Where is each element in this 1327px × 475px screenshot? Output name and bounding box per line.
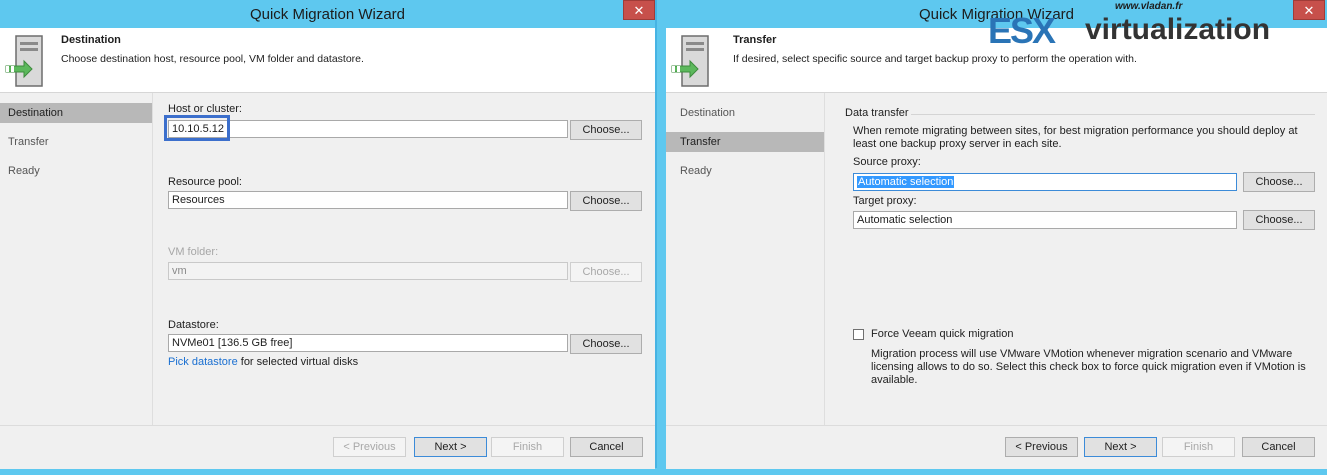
right-finish-button[interactable]: Finish (1162, 437, 1235, 457)
right-nav-transfer[interactable]: Transfer (666, 132, 824, 152)
pool-choose-button[interactable]: Choose... (570, 191, 642, 211)
host-highlight-box (164, 115, 230, 141)
left-content: Host or cluster: 10.10.5.12 Choose... Re… (153, 93, 655, 425)
source-proxy-choose-button[interactable]: Choose... (1243, 172, 1315, 192)
left-next-button[interactable]: Next > (414, 437, 487, 457)
left-close-button[interactable]: ✕ (623, 0, 655, 20)
server-migrate-icon (671, 35, 709, 87)
pick-datastore-link[interactable]: Pick datastore (168, 356, 238, 368)
left-nav-destination[interactable]: Destination (0, 103, 152, 123)
transfer-info-text: When remote migrating between sites, for… (853, 125, 1298, 150)
left-nav-transfer[interactable]: Transfer (0, 132, 152, 152)
right-content: Data transfer When remote migrating betw… (825, 93, 1327, 425)
left-previous-button[interactable]: < Previous (333, 437, 406, 457)
right-step-nav: Destination Transfer Ready (666, 93, 825, 425)
server-migrate-icon (5, 35, 43, 87)
left-window-title: Quick Migration Wizard (249, 6, 406, 23)
left-nav-ready[interactable]: Ready (0, 161, 152, 181)
watermark-url: www.vladan.fr (1115, 1, 1183, 12)
datastore-choose-button[interactable]: Choose... (570, 334, 642, 354)
left-title-bar: Quick Migration Wizard (0, 0, 655, 28)
right-footer: < Previous Next > Finish Cancel (666, 425, 1327, 469)
left-footer: < Previous Next > Finish Cancel (0, 425, 655, 469)
right-previous-button[interactable]: < Previous (1005, 437, 1078, 457)
source-proxy-value: Automatic selection (857, 176, 955, 188)
watermark-logo-text: virtualization (1085, 13, 1271, 46)
source-proxy-input[interactable]: Automatic selection (853, 173, 1237, 191)
force-quick-migration-description: Migration process will use VMware VMotio… (871, 348, 1306, 386)
left-cancel-button[interactable]: Cancel (570, 437, 643, 457)
right-next-button[interactable]: Next > (1084, 437, 1157, 457)
host-choose-button[interactable]: Choose... (570, 120, 642, 140)
source-proxy-label: Source proxy: (853, 156, 921, 168)
left-header: Destination Choose destination host, res… (0, 28, 655, 93)
right-nav-ready[interactable]: Ready (666, 161, 824, 181)
target-proxy-choose-button[interactable]: Choose... (1243, 210, 1315, 230)
data-transfer-group-title: Data transfer (845, 107, 909, 119)
right-header-description: If desired, select specific source and t… (733, 53, 1137, 65)
pool-label: Resource pool: (168, 176, 242, 188)
left-step-nav: Destination Transfer Ready (0, 93, 153, 425)
left-header-title: Destination (61, 34, 121, 46)
folder-input[interactable]: vm (168, 262, 568, 280)
pick-datastore-suffix: for selected virtual disks (237, 356, 359, 368)
right-close-button[interactable]: ✕ (1293, 0, 1325, 20)
pool-input[interactable]: Resources (168, 191, 568, 209)
folder-label: VM folder: (168, 246, 219, 258)
datastore-input[interactable]: NVMe01 [136.5 GB free] (168, 334, 568, 352)
left-header-description: Choose destination host, resource pool, … (61, 53, 364, 65)
left-wizard-window: Quick Migration Wizard ✕ Destination Cho… (0, 0, 657, 469)
force-quick-migration-checkbox[interactable] (853, 329, 864, 340)
right-header-title: Transfer (733, 34, 777, 46)
pick-datastore-line: Pick datastore for selected virtual disk… (168, 356, 358, 368)
right-wizard-window: Quick Migration Wizard ✕ Transfer If des… (666, 0, 1327, 469)
right-nav-destination[interactable]: Destination (666, 103, 824, 123)
right-cancel-button[interactable]: Cancel (1242, 437, 1315, 457)
target-proxy-input[interactable]: Automatic selection (853, 211, 1237, 229)
host-label: Host or cluster: (168, 103, 242, 115)
folder-choose-button[interactable]: Choose... (570, 262, 642, 282)
group-separator (911, 114, 1315, 115)
left-finish-button[interactable]: Finish (491, 437, 564, 457)
datastore-label: Datastore: (168, 319, 219, 331)
force-quick-migration-label[interactable]: Force Veeam quick migration (871, 328, 1013, 340)
watermark-logo-es: ESX (988, 10, 1056, 51)
target-proxy-label: Target proxy: (853, 195, 917, 207)
